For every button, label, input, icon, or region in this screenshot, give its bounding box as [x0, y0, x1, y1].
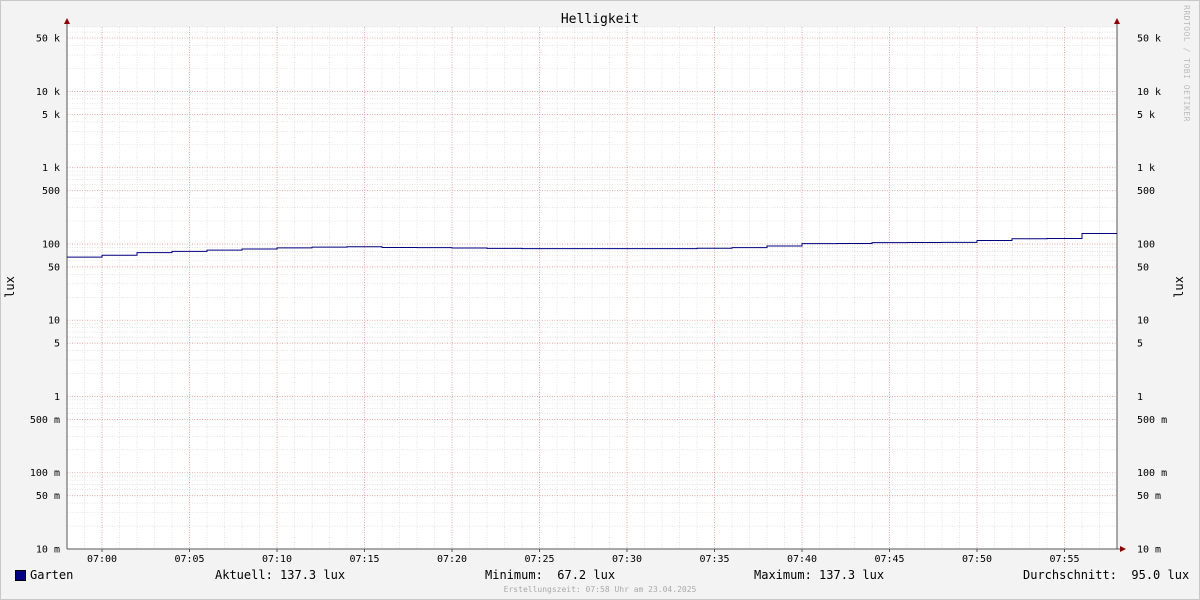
y-tick-label-right: 100 m	[1137, 468, 1167, 479]
y-tick-label-left: 100 m	[30, 468, 60, 479]
y-tick-label-left: 50 k	[36, 34, 60, 45]
legend-swatch	[15, 570, 26, 581]
y-axis-arrow-left	[64, 18, 70, 24]
legend-series-name: Garten	[30, 568, 74, 582]
x-tick-label: 07:55	[1049, 554, 1079, 565]
creation-timestamp: Erstellungszeit: 07:58 Uhr am 23.04.2025	[503, 585, 697, 594]
x-tick-label: 07:50	[962, 554, 992, 565]
y-tick-label-left: 500	[42, 186, 60, 197]
watermark: RRDTOOL / TOBI OETIKER	[1182, 5, 1191, 122]
y-tick-label-left: 5	[54, 339, 60, 350]
x-tick-label: 07:45	[874, 554, 904, 565]
y-tick-label-right: 500	[1137, 186, 1155, 197]
y-axis-arrow-right	[1114, 18, 1120, 24]
x-tick-label: 07:40	[787, 554, 817, 565]
x-tick-label: 07:05	[174, 554, 204, 565]
x-tick-label: 07:00	[87, 554, 117, 565]
y-tick-label-left: 5 k	[42, 110, 60, 121]
y-tick-label-right: 5 k	[1137, 110, 1155, 121]
grid	[67, 26, 1117, 550]
y-axis-label-left: lux	[3, 276, 17, 298]
y-tick-label-left: 10	[48, 316, 60, 327]
x-tick-label: 07:10	[262, 554, 292, 565]
y-tick-label-left: 10 k	[36, 87, 60, 98]
chart-title: Helligkeit	[561, 12, 639, 27]
y-tick-label-left: 100	[42, 239, 60, 250]
x-tick-label: 07:25	[524, 554, 554, 565]
y-tick-label-right: 10	[1137, 316, 1149, 327]
y-tick-label-right: 10 k	[1137, 87, 1161, 98]
legend-maximum: Maximum: 137.3 lux	[754, 568, 885, 582]
y-tick-label-right: 50	[1137, 262, 1149, 273]
y-tick-label-left: 500 m	[30, 415, 60, 426]
y-tick-label-right: 1	[1137, 392, 1143, 403]
y-tick-label-right: 5	[1137, 339, 1143, 350]
y-tick-label-right: 1 k	[1137, 163, 1155, 174]
y-tick-label-right: 100	[1137, 239, 1155, 250]
y-tick-label-right: 500 m	[1137, 415, 1167, 426]
y-tick-label-right: 10 m	[1137, 545, 1161, 556]
y-tick-label-left: 50 m	[36, 491, 60, 502]
legend-average: Durchschnitt: 95.0 lux	[1023, 568, 1190, 582]
x-axis-arrow	[1120, 546, 1126, 552]
y-tick-label-left: 10 m	[36, 545, 60, 556]
y-tick-label-left: 1	[54, 392, 60, 403]
x-tick-label: 07:30	[612, 554, 642, 565]
y-tick-label-right: 50 m	[1137, 491, 1161, 502]
x-tick-label: 07:15	[349, 554, 379, 565]
y-tick-label-left: 1 k	[42, 163, 60, 174]
x-tick-label: 07:20	[437, 554, 467, 565]
chart: Helligkeit lux lux 07:00 07:05 07:10 07:15 0…	[3, 12, 1186, 565]
x-tick-label: 07:35	[699, 554, 729, 565]
y-tick-label-left: 50	[48, 262, 60, 273]
legend-current: Aktuell: 137.3 lux	[215, 568, 346, 582]
legend-minimum: Minimum: 67.2 lux	[485, 568, 616, 582]
y-axis-label-right: lux	[1172, 276, 1186, 298]
y-tick-label-right: 50 k	[1137, 34, 1161, 45]
